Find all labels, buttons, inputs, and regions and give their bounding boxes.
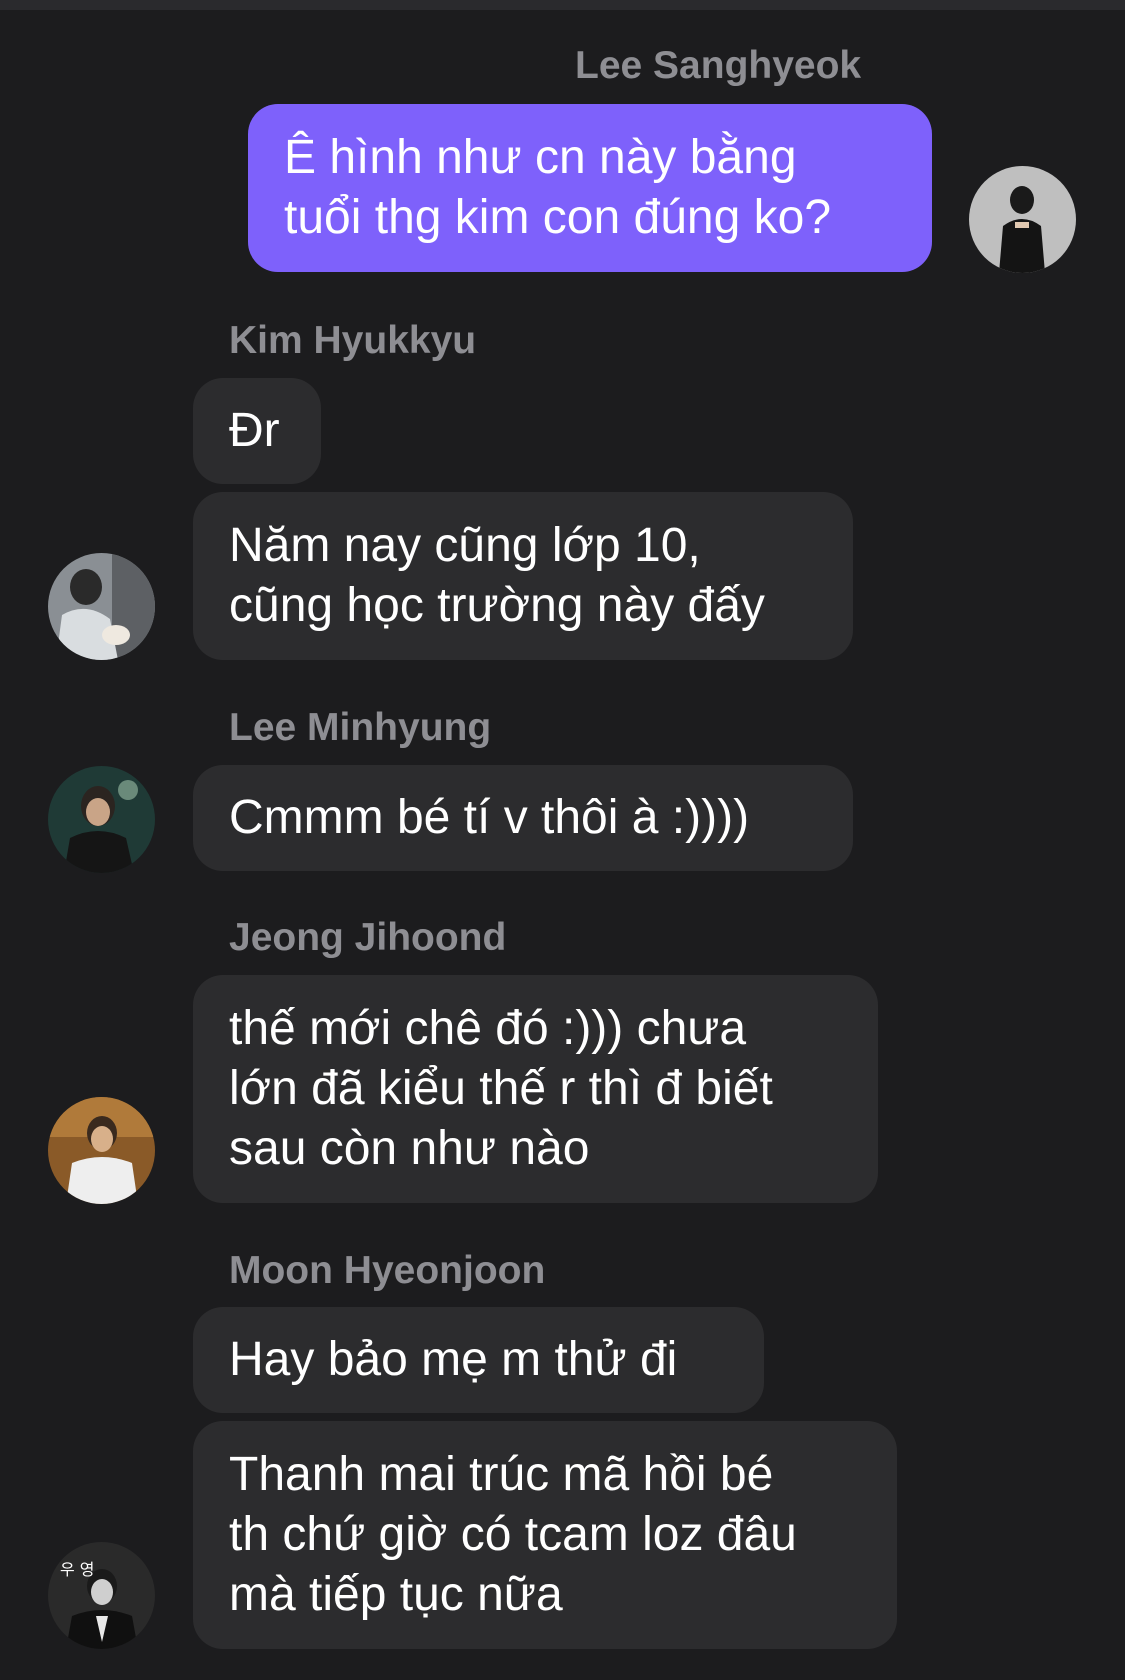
avatar-jeong-jihoond[interactable] xyxy=(48,1097,155,1204)
sender-name-lee-minhyung: Lee Minhyung xyxy=(229,706,492,749)
top-edge xyxy=(0,0,1125,10)
avatar-lee-sanghyeok[interactable] xyxy=(969,166,1076,273)
message-bubble[interactable]: Đr xyxy=(193,378,321,484)
sender-name-jeong-jihoond: Jeong Jihoond xyxy=(229,916,507,959)
message-bubble[interactable]: Thanh mai trúc mã hồi bé th chứ giờ có t… xyxy=(193,1421,897,1649)
message-bubble-outgoing[interactable]: Ê hình như cn này bằng tuổi thg kim con … xyxy=(248,104,932,272)
message-bubble[interactable]: Hay bảo mẹ m thử đi xyxy=(193,1307,764,1413)
sender-name-lee-sanghyeok: Lee Sanghyeok xyxy=(575,44,862,87)
avatar-overlay-text: 우 영 xyxy=(60,1560,95,1579)
avatar-lee-minhyung[interactable] xyxy=(48,766,155,873)
avatar-kim-hyukkyu[interactable] xyxy=(48,553,155,660)
sender-name-moon-hyeonjoon: Moon Hyeonjoon xyxy=(229,1249,546,1292)
message-bubble[interactable]: Năm nay cũng lớp 10, cũng học trường này… xyxy=(193,492,853,660)
avatar-moon-hyeonjoon[interactable]: 우 영 xyxy=(48,1542,155,1649)
sender-name-kim-hyukkyu: Kim Hyukkyu xyxy=(229,319,477,362)
message-bubble[interactable]: thế mới chê đó :))) chưa lớn đã kiểu thế… xyxy=(193,975,878,1203)
message-bubble[interactable]: Cmmm bé tí v thôi à :)))) xyxy=(193,765,853,871)
